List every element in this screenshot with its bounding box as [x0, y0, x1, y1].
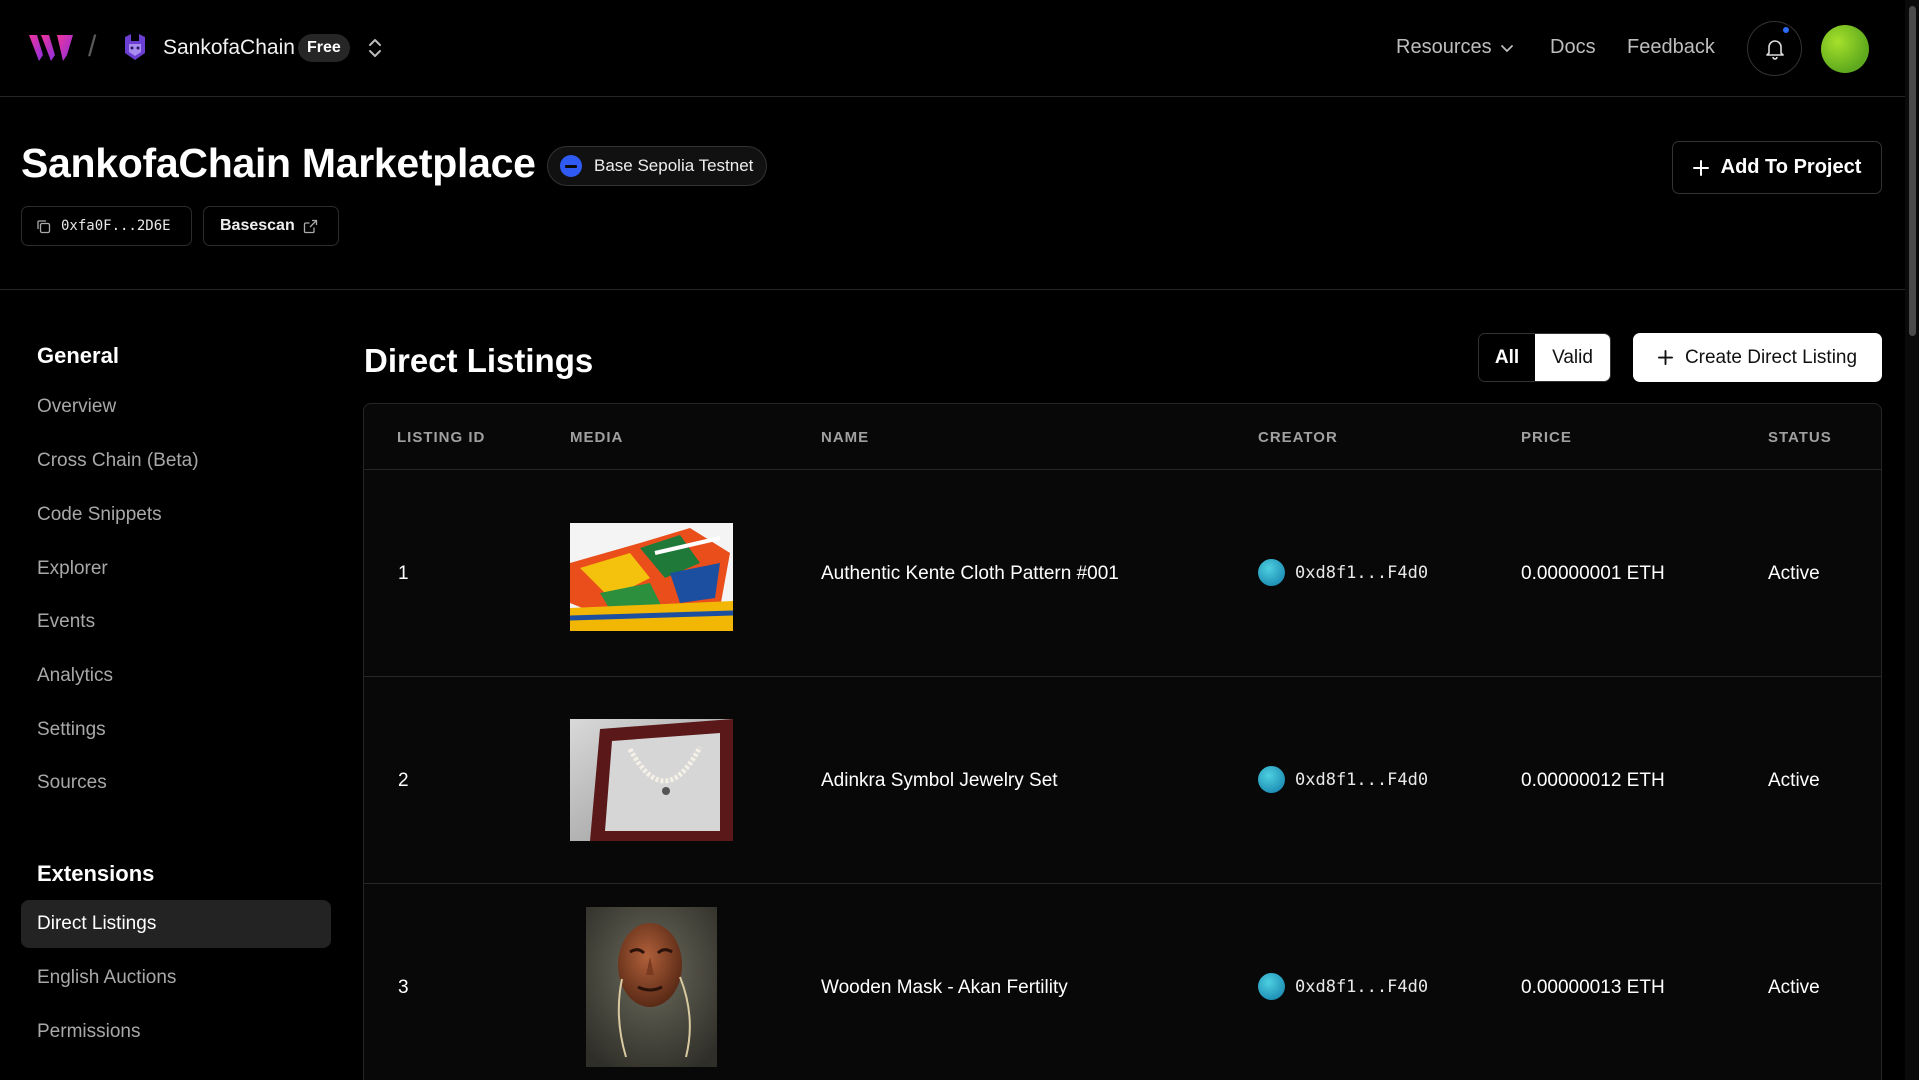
- filter-valid-button[interactable]: Valid: [1535, 334, 1610, 381]
- listing-id: 2: [398, 770, 409, 791]
- creator-avatar: [1258, 559, 1285, 586]
- sidebar-item-sources[interactable]: Sources: [21, 759, 331, 807]
- table-header: LISTING ID MEDIA NAME CREATOR PRICE STAT…: [364, 404, 1881, 470]
- add-to-project-label: Add To Project: [1720, 156, 1862, 178]
- brand-logo-icon[interactable]: [29, 33, 75, 63]
- plus-icon: [1657, 350, 1673, 365]
- listing-status: Active: [1768, 563, 1820, 584]
- sidebar-item-explorer[interactable]: Explorer: [21, 545, 331, 593]
- basescan-link[interactable]: Basescan: [203, 206, 339, 246]
- plan-badge: Free: [298, 34, 350, 62]
- listing-media-jewelry: [570, 719, 733, 841]
- listing-creator[interactable]: 0xd8f1...F4d0: [1258, 973, 1428, 1000]
- bell-icon: [1765, 39, 1784, 60]
- listing-creator[interactable]: 0xd8f1...F4d0: [1258, 766, 1428, 793]
- switch-icon[interactable]: [364, 35, 386, 61]
- avatar[interactable]: [1821, 25, 1869, 73]
- notification-dot: [1781, 25, 1791, 35]
- filter-all-button[interactable]: All: [1479, 334, 1535, 381]
- project-name[interactable]: SankofaChain: [163, 36, 295, 60]
- column-header-listing-id[interactable]: LISTING ID: [397, 429, 485, 446]
- listings-table: LISTING ID MEDIA NAME CREATOR PRICE STAT…: [363, 403, 1882, 1080]
- docs-link[interactable]: Docs: [1550, 36, 1596, 59]
- sidebar-heading-extensions: Extensions: [37, 861, 155, 886]
- contract-title: SankofaChain Marketplace: [21, 140, 536, 186]
- sidebar-item-cross-chain[interactable]: Cross Chain (Beta): [21, 437, 331, 485]
- basescan-label: Basescan: [220, 217, 295, 234]
- listing-id: 1: [398, 563, 409, 584]
- resources-menu[interactable]: Resources: [1396, 36, 1514, 59]
- listing-price: 0.00000013 ETH: [1521, 977, 1665, 998]
- chain-name: Base Sepolia Testnet: [594, 156, 754, 175]
- listing-name: Authentic Kente Cloth Pattern #001: [821, 563, 1119, 584]
- sidebar-item-english-auctions[interactable]: English Auctions: [21, 954, 331, 1002]
- listing-price: 0.00000001 ETH: [1521, 563, 1665, 584]
- header-divider: [0, 289, 1905, 290]
- listing-price: 0.00000012 ETH: [1521, 770, 1665, 791]
- contract-address: 0xfa0F...2D6E: [61, 218, 171, 234]
- listing-filter-toggle: All Valid: [1478, 333, 1611, 382]
- chain-badge[interactable]: Base Sepolia Testnet: [547, 146, 768, 186]
- table-row[interactable]: 1 Authentic Kente Cloth Pattern #001 0xd…: [364, 470, 1881, 677]
- copy-address-button[interactable]: 0xfa0F...2D6E: [21, 206, 192, 246]
- base-chain-icon: [560, 155, 582, 177]
- add-to-project-button[interactable]: Add To Project: [1672, 141, 1882, 194]
- external-link-icon: [303, 219, 317, 233]
- sidebar-item-events[interactable]: Events: [21, 598, 331, 646]
- copy-icon: [37, 219, 51, 233]
- listing-status: Active: [1768, 977, 1820, 998]
- creator-address: 0xd8f1...F4d0: [1295, 562, 1429, 583]
- creator-avatar: [1258, 766, 1285, 793]
- sidebar-item-settings[interactable]: Settings: [21, 706, 331, 754]
- create-direct-listing-button[interactable]: Create Direct Listing: [1633, 333, 1882, 382]
- creator-address: 0xd8f1...F4d0: [1295, 976, 1429, 997]
- listing-creator[interactable]: 0xd8f1...F4d0: [1258, 559, 1428, 586]
- sidebar-heading-general: General: [37, 343, 119, 368]
- listing-name: Adinkra Symbol Jewelry Set: [821, 770, 1058, 791]
- listing-media-kente-cloth: [570, 523, 733, 631]
- sidebar-item-overview[interactable]: Overview: [21, 383, 331, 431]
- page-title: Direct Listings: [364, 342, 594, 379]
- listing-id: 3: [398, 977, 409, 998]
- listing-status: Active: [1768, 770, 1820, 791]
- sidebar-item-analytics[interactable]: Analytics: [21, 652, 331, 700]
- chevron-down-icon: [1500, 44, 1513, 52]
- sidebar-item-permissions[interactable]: Permissions: [21, 1008, 331, 1056]
- sidebar-item-code-snippets[interactable]: Code Snippets: [21, 491, 331, 539]
- feedback-link[interactable]: Feedback: [1627, 36, 1715, 59]
- column-header-name[interactable]: NAME: [821, 429, 869, 446]
- plus-icon: [1692, 159, 1709, 176]
- table-row[interactable]: 3 Wooden Mask - Akan Fertility 0xd8f1...…: [364, 884, 1881, 1080]
- table-row[interactable]: 2 Adinkra Symbol Jewelry Set 0xd8f1...F4…: [364, 677, 1881, 884]
- resources-label: Resources: [1396, 36, 1492, 58]
- listing-name: Wooden Mask - Akan Fertility: [821, 977, 1068, 998]
- column-header-creator[interactable]: CREATOR: [1258, 429, 1338, 446]
- creator-avatar: [1258, 973, 1285, 1000]
- notifications-button[interactable]: [1747, 21, 1802, 76]
- project-icon: [125, 34, 145, 60]
- create-direct-listing-label: Create Direct Listing: [1684, 346, 1858, 368]
- breadcrumb-separator: /: [88, 30, 97, 63]
- sidebar-item-direct-listings[interactable]: Direct Listings: [21, 900, 331, 948]
- column-header-status[interactable]: STATUS: [1768, 429, 1832, 446]
- column-header-media[interactable]: MEDIA: [570, 429, 623, 446]
- top-bar: / SankofaChain Free Resources Docs Feedb…: [0, 0, 1905, 97]
- column-header-price[interactable]: PRICE: [1521, 429, 1572, 446]
- scrollbar-thumb[interactable]: [1909, 6, 1916, 336]
- creator-address: 0xd8f1...F4d0: [1295, 769, 1429, 790]
- listing-media-wooden-mask: [586, 907, 717, 1067]
